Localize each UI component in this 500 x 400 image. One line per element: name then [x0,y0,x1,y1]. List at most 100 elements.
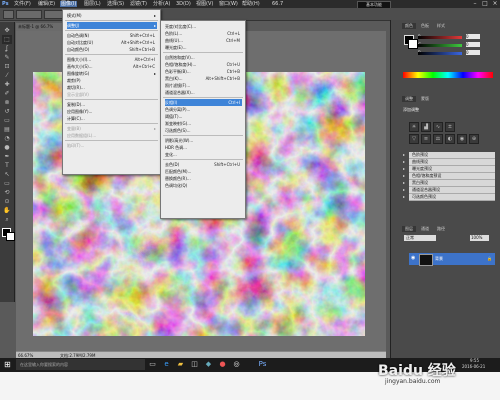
image-menu-item[interactable]: 计算(C)... [67,115,157,122]
adjust-menu-item[interactable]: HDR 色调... [165,144,242,151]
layer-row-background[interactable]: ◉ 背景 🔒 [409,253,495,266]
store-icon[interactable]: ◫ [190,360,199,369]
shape-tool-icon[interactable]: ▭ [2,179,12,188]
adjust-menu-item[interactable]: 匹配颜色(M)... [165,168,242,175]
path-select-tool-icon[interactable]: ↖ [2,170,12,179]
menu-analysis[interactable]: 分析(A) [153,1,170,7]
menu-3d[interactable]: 3D(D) [176,1,191,7]
app2-icon[interactable]: ● [218,360,227,369]
slider-r[interactable] [418,36,462,39]
preset-exposure[interactable]: 曝光度预设 [403,166,495,173]
photo-filter-icon[interactable]: ◉ [457,134,467,144]
vibrance-icon[interactable]: ▽ [409,134,419,144]
menu-file[interactable]: 文件(F) [14,1,31,7]
image-menu-item[interactable]: 画布大小(S)... Alt+Ctrl+C [67,63,157,70]
clone-tool-icon[interactable]: ⊗ [2,98,12,107]
zoom-level[interactable]: 66.7 [272,1,283,7]
background-color-swatch[interactable] [6,232,15,241]
adjust-menu-item[interactable]: 黑白(K)... Alt+Shift+Ctrl+B [165,75,242,82]
preset-hue-sat[interactable]: 色相/饱和度预设 [403,173,495,180]
adjust-menu-item[interactable]: 亮度/对比度(C)... [165,23,242,30]
levels-icon[interactable]: ▟ [421,122,431,132]
eye-icon[interactable]: ◉ [411,256,416,261]
clock-date[interactable]: 2016-06-21 [462,364,485,369]
3d-camera-tool-icon[interactable]: ⊙ [2,197,12,206]
app3-icon[interactable]: ◎ [232,360,241,369]
tab-color[interactable]: 颜色 [402,23,416,29]
adjust-menu-item[interactable]: 色调均化(Q) [165,182,242,189]
brightness-icon[interactable]: ☀ [409,122,419,132]
slider-b[interactable] [418,52,462,55]
file-explorer-icon[interactable]: ▰ [176,360,185,369]
move-tool-icon[interactable]: ✥ [2,26,12,35]
eyedropper-tool-icon[interactable]: ⁄ [2,71,12,80]
close-icon[interactable]: × [490,0,500,8]
blend-mode-select[interactable]: 正常 [404,235,436,241]
image-menu-item[interactable]: 裁切(R)... [67,84,157,91]
image-menu-item[interactable]: 自动颜色(O) Shift+Ctrl+B [67,46,157,53]
tab-adjustments[interactable]: 调整 [402,96,416,102]
healing-tool-icon[interactable]: ✚ [2,80,12,89]
channel-mixer-icon[interactable]: ⊕ [469,134,479,144]
adjust-menu-item[interactable]: 色相/饱和度(H)... Ctrl+U [165,61,242,68]
preset-black-white[interactable]: 黑白预设 [403,180,495,187]
3d-rotate-tool-icon[interactable]: ⟲ [2,188,12,197]
menu-window[interactable]: 窗口(W) [219,1,238,7]
menu-select[interactable]: 选择(S) [107,1,124,7]
menu-edit[interactable]: 编辑(E) [38,1,55,7]
image-menu-item[interactable]: 调整(J) ▸ [67,22,157,29]
opacity-input[interactable]: 100% [470,235,489,241]
image-menu-item[interactable]: 应用图像(Y)... [67,108,157,115]
preset-channel-mixer[interactable]: 通道混合器预设 [403,187,495,194]
history-brush-tool-icon[interactable]: ↺ [2,107,12,116]
quick-select-tool-icon[interactable]: ✎ [2,53,12,62]
app-icon[interactable]: ◆ [204,360,213,369]
image-menu-item[interactable]: 裁剪(P) [67,77,157,84]
image-menu-item[interactable]: 图像大小(I)... Alt+Ctrl+I [67,56,157,63]
tab-channels[interactable]: 通道 [418,226,432,232]
task-view-icon[interactable]: ▭ [148,360,157,369]
windows-start-icon[interactable]: ⊞ [4,360,11,369]
tab-paths[interactable]: 路径 [434,226,448,232]
adjust-menu-item[interactable]: 可选颜色(S)... [165,127,242,134]
image-menu-item[interactable]: 陷印(T)... [67,142,157,149]
taskbar-search-box[interactable]: 在这里输入你要搜索的内容 [16,359,145,370]
feather-input[interactable] [44,10,64,19]
tab-layers[interactable]: 图层 [402,226,416,232]
adjust-menu-item[interactable]: 变化... [165,151,242,158]
preset-selective-color[interactable]: 可选颜色预设 [403,194,495,201]
zoom-tool-icon[interactable]: ⌕ [2,215,12,224]
adjust-menu-item[interactable]: 通道混合器(X)... [165,89,242,96]
photoshop-taskbar-icon[interactable]: Ps [258,360,267,369]
curves-icon[interactable]: ∿ [433,122,443,132]
adjust-menu-item[interactable]: 色彩平衡(B)... Ctrl+B [165,68,242,75]
preset-levels[interactable]: 色阶预设 [403,152,495,159]
eraser-tool-icon[interactable]: ▭ [2,116,12,125]
exposure-icon[interactable]: ± [445,122,455,132]
adjust-menu-item[interactable]: 反相(I) Ctrl+I [165,99,242,106]
adjust-menu-item[interactable]: 阈值(T)... [165,113,242,120]
value-r[interactable]: 0 [466,34,480,39]
image-menu-item[interactable]: 应用数据组(L)... [67,132,157,139]
selection-mode-buttons[interactable] [16,10,42,19]
tab-masks[interactable]: 蒙版 [418,96,432,102]
tab-swatches[interactable]: 色板 [418,23,432,29]
crop-tool-icon[interactable]: ⊡ [2,62,12,71]
adjust-menu-item[interactable]: 去色(D) Shift+Ctrl+U [165,161,242,168]
color-spectrum-bar[interactable] [403,72,493,78]
hand-tool-icon[interactable]: ✋ [2,206,12,215]
blur-tool-icon[interactable]: ◔ [2,134,12,143]
adjust-menu-item[interactable]: 曝光度(E)... [165,44,242,51]
dodge-tool-icon[interactable]: ● [2,143,12,152]
maximize-icon[interactable]: □ [480,0,490,8]
brush-tool-icon[interactable]: ✐ [2,89,12,98]
menu-help[interactable]: 帮助(H) [242,1,260,7]
image-menu-item[interactable]: 变量(B) ▸ [67,125,157,132]
image-menu-item[interactable]: 自动对比度(U) Alt+Shift+Ctrl+L [67,39,157,46]
gradient-tool-icon[interactable]: ▤ [2,125,12,134]
image-menu-item[interactable]: 复制(D)... [67,101,157,108]
menu-image[interactable]: 图像(I) [60,1,78,7]
adjust-menu-item[interactable]: 阴影/高光(W)... [165,137,242,144]
image-menu-item[interactable]: 模式(M) ▸ [67,12,157,19]
adjust-menu-item[interactable]: 照片滤镜(F)... [165,82,242,89]
